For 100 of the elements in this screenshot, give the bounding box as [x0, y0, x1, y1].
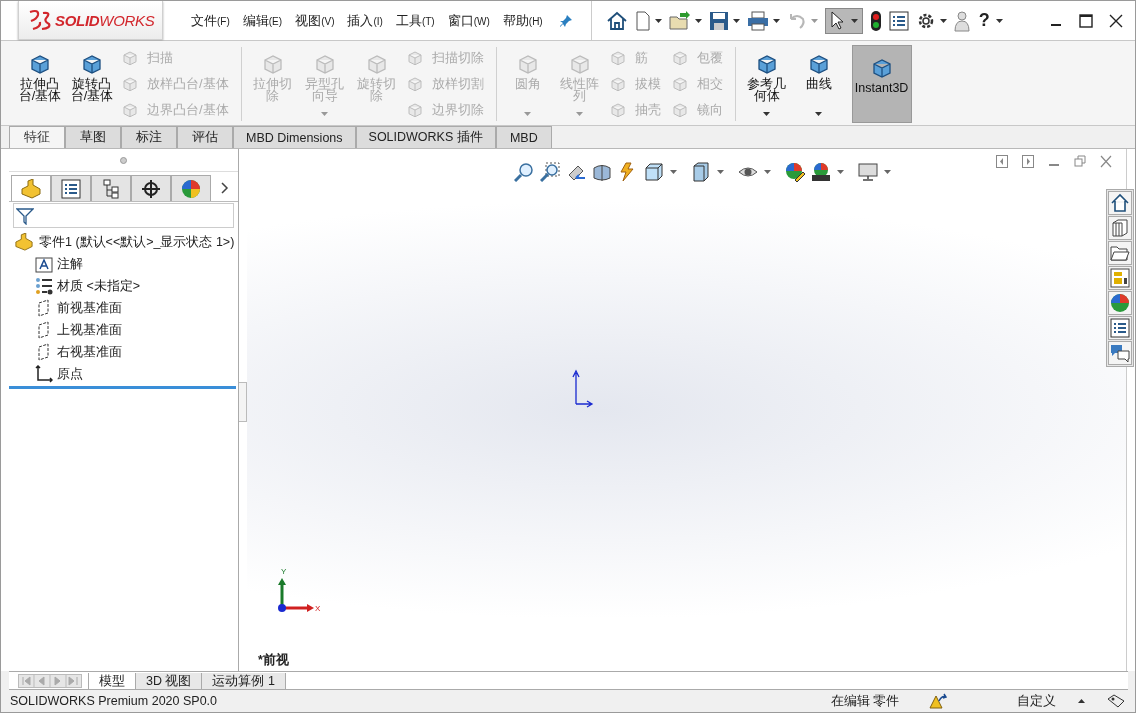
menu-item[interactable]: 帮助(H): [496, 11, 549, 30]
print-icon[interactable]: [746, 10, 769, 31]
caret-icon[interactable]: [694, 18, 702, 23]
caret-icon[interactable]: [884, 170, 891, 174]
help-button[interactable]: ?: [976, 10, 992, 31]
ribbon-button[interactable]: 拉伸凸 台/基体: [15, 45, 65, 123]
caret-icon[interactable]: [772, 18, 780, 23]
command-tab[interactable]: SOLIDWORKS 插件: [355, 126, 496, 148]
scene-icon[interactable]: [811, 162, 831, 182]
caret-icon[interactable]: [837, 170, 844, 174]
user-icon[interactable]: [953, 9, 970, 32]
panel-collapse-handle[interactable]: [239, 382, 247, 422]
filter-field[interactable]: [13, 203, 234, 228]
units-button[interactable]: 自定义: [1017, 692, 1056, 710]
caret-icon[interactable]: [850, 18, 858, 23]
traffic-light-icon[interactable]: [869, 9, 882, 32]
save-icon[interactable]: [708, 10, 729, 31]
command-tab[interactable]: MBD: [495, 126, 552, 148]
menu-item[interactable]: 视图(V): [289, 11, 341, 30]
material-icon: [35, 277, 53, 295]
tree-item[interactable]: 上视基准面: [57, 321, 122, 339]
ribbon-button[interactable]: 参考几 何体: [741, 45, 792, 123]
logo-badge[interactable]: SOLIDWORKS: [18, 1, 163, 40]
caret-icon[interactable]: [732, 18, 740, 23]
caret-icon[interactable]: [717, 170, 724, 174]
menu-item[interactable]: 工具(T): [389, 11, 441, 30]
monitor-icon[interactable]: [858, 162, 878, 182]
command-tab[interactable]: 特征: [9, 126, 65, 148]
cube-icon: [121, 75, 139, 93]
model-tab[interactable]: 运动算例 1: [202, 672, 286, 689]
splitter-handle-icon[interactable]: [120, 156, 127, 164]
cube-icon: [608, 101, 627, 119]
chat-bubbles-icon[interactable]: [1108, 341, 1132, 365]
pointer-icon: [829, 10, 846, 31]
menu-item[interactable]: 插入(I): [341, 11, 389, 30]
ribbon-button[interactable]: 曲线: [793, 45, 844, 123]
chevron-right-icon[interactable]: [221, 182, 229, 194]
command-tab[interactable]: MBD Dimensions: [233, 126, 356, 148]
tree-item[interactable]: 前视基准面: [57, 299, 122, 317]
command-tab[interactable]: 标注: [121, 126, 177, 148]
appearance-edit-icon[interactable]: [785, 162, 805, 182]
model-tab[interactable]: 3D 视图: [136, 672, 203, 689]
tree-item[interactable]: 零件1 (默认<<默认>_显示状态 1>): [39, 233, 235, 251]
caret-icon[interactable]: [670, 170, 677, 174]
ribbon-button[interactable]: 旋转凸 台/基体: [67, 45, 117, 123]
tile-left-icon[interactable]: [996, 155, 1008, 168]
command-tab[interactable]: 评估: [177, 126, 233, 148]
property-manager-tab[interactable]: [51, 175, 91, 201]
cube-icon: [405, 101, 424, 119]
home-icon[interactable]: [1108, 191, 1132, 215]
ribbon-button[interactable]: Instant3D: [851, 45, 912, 123]
list-icon[interactable]: [1108, 316, 1132, 340]
books-icon[interactable]: [1108, 216, 1132, 240]
pin-icon[interactable]: [558, 13, 573, 28]
caret-icon[interactable]: [939, 18, 947, 23]
tree-item[interactable]: 原点: [57, 365, 83, 383]
caret-icon[interactable]: [764, 170, 771, 174]
menu-item[interactable]: 编辑(E): [236, 11, 289, 30]
tag-icon[interactable]: [1107, 694, 1125, 708]
command-tab[interactable]: 草图: [65, 126, 121, 148]
list-icon[interactable]: [888, 10, 909, 31]
menu-item[interactable]: 文件(F): [185, 11, 236, 30]
display-style-icon[interactable]: [691, 162, 711, 182]
color-sphere-icon[interactable]: [1108, 291, 1132, 315]
zoom-area-icon[interactable]: [540, 162, 560, 182]
feature-tree-tab[interactable]: [11, 175, 51, 201]
caret-up-icon[interactable]: [1078, 699, 1085, 703]
tree-item[interactable]: 材质 <未指定>: [57, 277, 141, 295]
caret-icon[interactable]: [815, 112, 823, 116]
model-tab[interactable]: 模型: [88, 672, 136, 689]
logo-wordmark: SOLIDWORKS: [55, 11, 155, 29]
rebuild-icon[interactable]: [929, 693, 947, 709]
dimxpert-tab[interactable]: [131, 175, 171, 201]
folder-icon[interactable]: [1108, 241, 1132, 265]
tree-item[interactable]: 右视基准面: [57, 343, 122, 361]
display-tab[interactable]: [171, 175, 211, 201]
palette-icon[interactable]: [1108, 266, 1132, 290]
home-icon[interactable]: [605, 10, 628, 31]
menu-item[interactable]: 窗口(W): [441, 11, 496, 30]
status-text: 在编辑 零件: [830, 692, 899, 710]
logo-mark-icon: [27, 9, 53, 31]
caret-icon[interactable]: [995, 18, 1003, 23]
part-icon: [20, 178, 42, 199]
axis-label: X: [315, 604, 321, 613]
close-icon[interactable]: [1109, 13, 1123, 28]
caret-icon[interactable]: [654, 18, 662, 23]
annotation-icon: [35, 255, 53, 273]
select-button[interactable]: [824, 7, 863, 34]
crosshair-icon: [141, 178, 161, 199]
folder-icon[interactable]: [668, 10, 691, 31]
maximize-icon[interactable]: [1079, 13, 1093, 28]
view-orientation-icon[interactable]: [644, 162, 664, 182]
configuration-tab[interactable]: [91, 175, 131, 201]
axis-label: Y: [281, 567, 287, 576]
tree-item[interactable]: 注解: [57, 255, 83, 273]
section-view-icon[interactable]: [592, 162, 612, 182]
cube-icon: [670, 101, 689, 119]
zoom-to-fit-icon[interactable]: [514, 162, 534, 182]
tile-right-icon[interactable]: [1022, 155, 1034, 168]
caret-icon[interactable]: [763, 112, 771, 116]
